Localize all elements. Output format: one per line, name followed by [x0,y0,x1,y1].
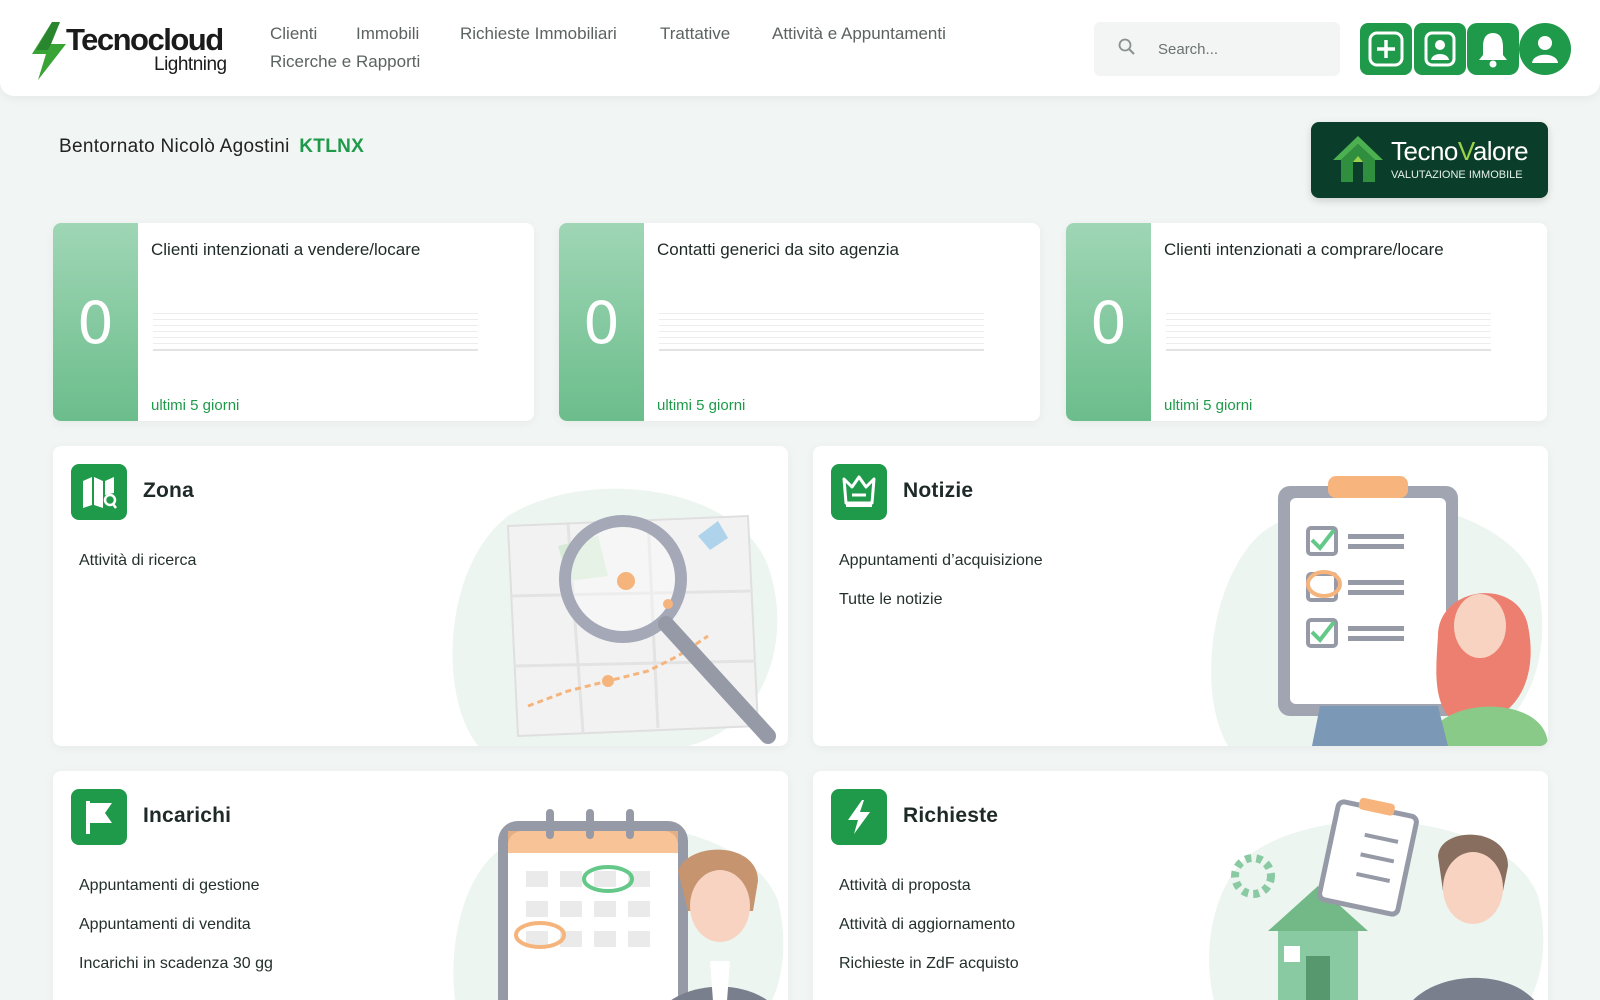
house-agent-illustration [1209,797,1544,1000]
contacts-button[interactable] [1414,23,1466,75]
section-icon [831,789,887,845]
stat-value-column: 0 [1066,223,1151,421]
profile-button[interactable] [1519,23,1571,75]
link-attivita-ricerca[interactable]: Attività di ricerca [79,552,196,570]
checklist-woman-illustration [1211,476,1548,746]
logo-subtitle: Lightning [154,54,227,75]
notifications-button[interactable] [1467,23,1519,75]
stat-period: ultimi 5 giorni [657,397,746,414]
tecnovalore-banner[interactable]: TecnoValore VALUTAZIONE IMMOBILE [1311,122,1548,198]
stat-value-column: 0 [53,223,138,421]
banner-subtitle: VALUTAZIONE IMMOBILE [1391,169,1523,181]
agency-code: KTLNX [299,136,365,157]
link-appuntamenti-vendita[interactable]: Appuntamenti di vendita [79,916,251,934]
section-icon [71,464,127,520]
section-title: Richieste [903,804,999,827]
lightning-icon [848,800,870,834]
link-richieste-zdf-acquisto[interactable]: Richieste in ZdF acquisto [839,955,1019,973]
house-logo-icon [1333,136,1383,182]
link-attivita-proposta[interactable]: Attività di proposta [839,877,971,895]
stat-card-contatti[interactable]: 0 Contatti generici da sito agenzia ulti… [559,223,1040,421]
welcome-text: Bentornato Nicolò Agostini [59,136,290,157]
stat-sparkline [1166,313,1491,363]
section-richieste: Richieste Attività di proposta Attività … [813,771,1548,1000]
nav-item-immobili[interactable]: Immobili [356,24,419,44]
stat-sparkline [659,313,984,363]
stat-value: 0 [77,289,114,357]
stat-value-column: 0 [559,223,644,421]
stat-title: Contatti generici da sito agenzia [657,240,899,259]
section-zona: Zona Attività di ricerca [53,446,788,746]
plus-icon [1368,31,1404,67]
stat-sparkline [153,313,478,363]
stat-period: ultimi 5 giorni [1164,397,1253,414]
welcome-message: Bentornato Nicolò Agostini KTLNX [59,136,364,158]
link-attivita-aggiornamento[interactable]: Attività di aggiornamento [839,916,1015,934]
nav-item-trattative[interactable]: Trattative [660,24,730,44]
top-navbar: Tecnocloud Lightning Clienti Immobili Ri… [0,0,1600,96]
search-box [1094,22,1340,76]
link-appuntamenti-gestione[interactable]: Appuntamenti di gestione [79,877,260,895]
stat-card-vendere[interactable]: 0 Clienti intenzionati a vendere/locare … [53,223,534,421]
nav-item-richieste-immobiliari[interactable]: Richieste Immobiliari [460,24,617,44]
nav-item-clienti[interactable]: Clienti [270,24,317,44]
section-notizie: Notizie Appuntamenti d’acquisizione Tutt… [813,446,1548,746]
stat-title: Clienti intenzionati a comprare/locare [1164,240,1444,259]
link-appuntamenti-acquisizione[interactable]: Appuntamenti d’acquisizione [839,552,1043,570]
calendar-man-illustration [453,809,784,1000]
map-magnifier-illustration [452,488,778,746]
section-icon [831,464,887,520]
tecnocloud-logo[interactable]: Tecnocloud Lightning [30,18,240,80]
flag-icon [86,801,112,834]
banner-title: TecnoValore [1391,136,1529,166]
stat-title: Clienti intenzionati a vendere/locare [151,240,421,259]
section-incarichi: Incarichi Appuntamenti di gestione Appun… [53,771,788,1000]
link-incarichi-scadenza[interactable]: Incarichi in scadenza 30 gg [79,955,273,973]
search-icon [1118,38,1135,55]
section-icon [71,789,127,845]
section-title: Notizie [903,479,974,502]
map-icon [83,477,117,509]
stat-card-comprare[interactable]: 0 Clienti intenzionati a comprare/locare… [1066,223,1547,421]
stat-period: ultimi 5 giorni [151,397,240,414]
stat-value: 0 [1090,289,1127,357]
link-tutte-notizie[interactable]: Tutte le notizie [839,591,942,609]
bell-icon [1479,33,1507,68]
user-icon [1532,36,1558,63]
nav-item-ricerche-rapporti[interactable]: Ricerche e Rapporti [270,52,420,72]
nav-item-attivita-appuntamenti[interactable]: Attività e Appuntamenti [772,24,946,44]
section-title: Incarichi [143,804,232,827]
section-title: Zona [143,479,194,502]
add-new-button[interactable] [1360,23,1412,75]
lightning-logo-icon [32,22,66,80]
contact-card-icon [1424,31,1456,67]
search-input[interactable] [1158,36,1328,62]
crown-icon [842,475,876,507]
stat-value: 0 [583,289,620,357]
logo-title: Tecnocloud [66,22,224,57]
